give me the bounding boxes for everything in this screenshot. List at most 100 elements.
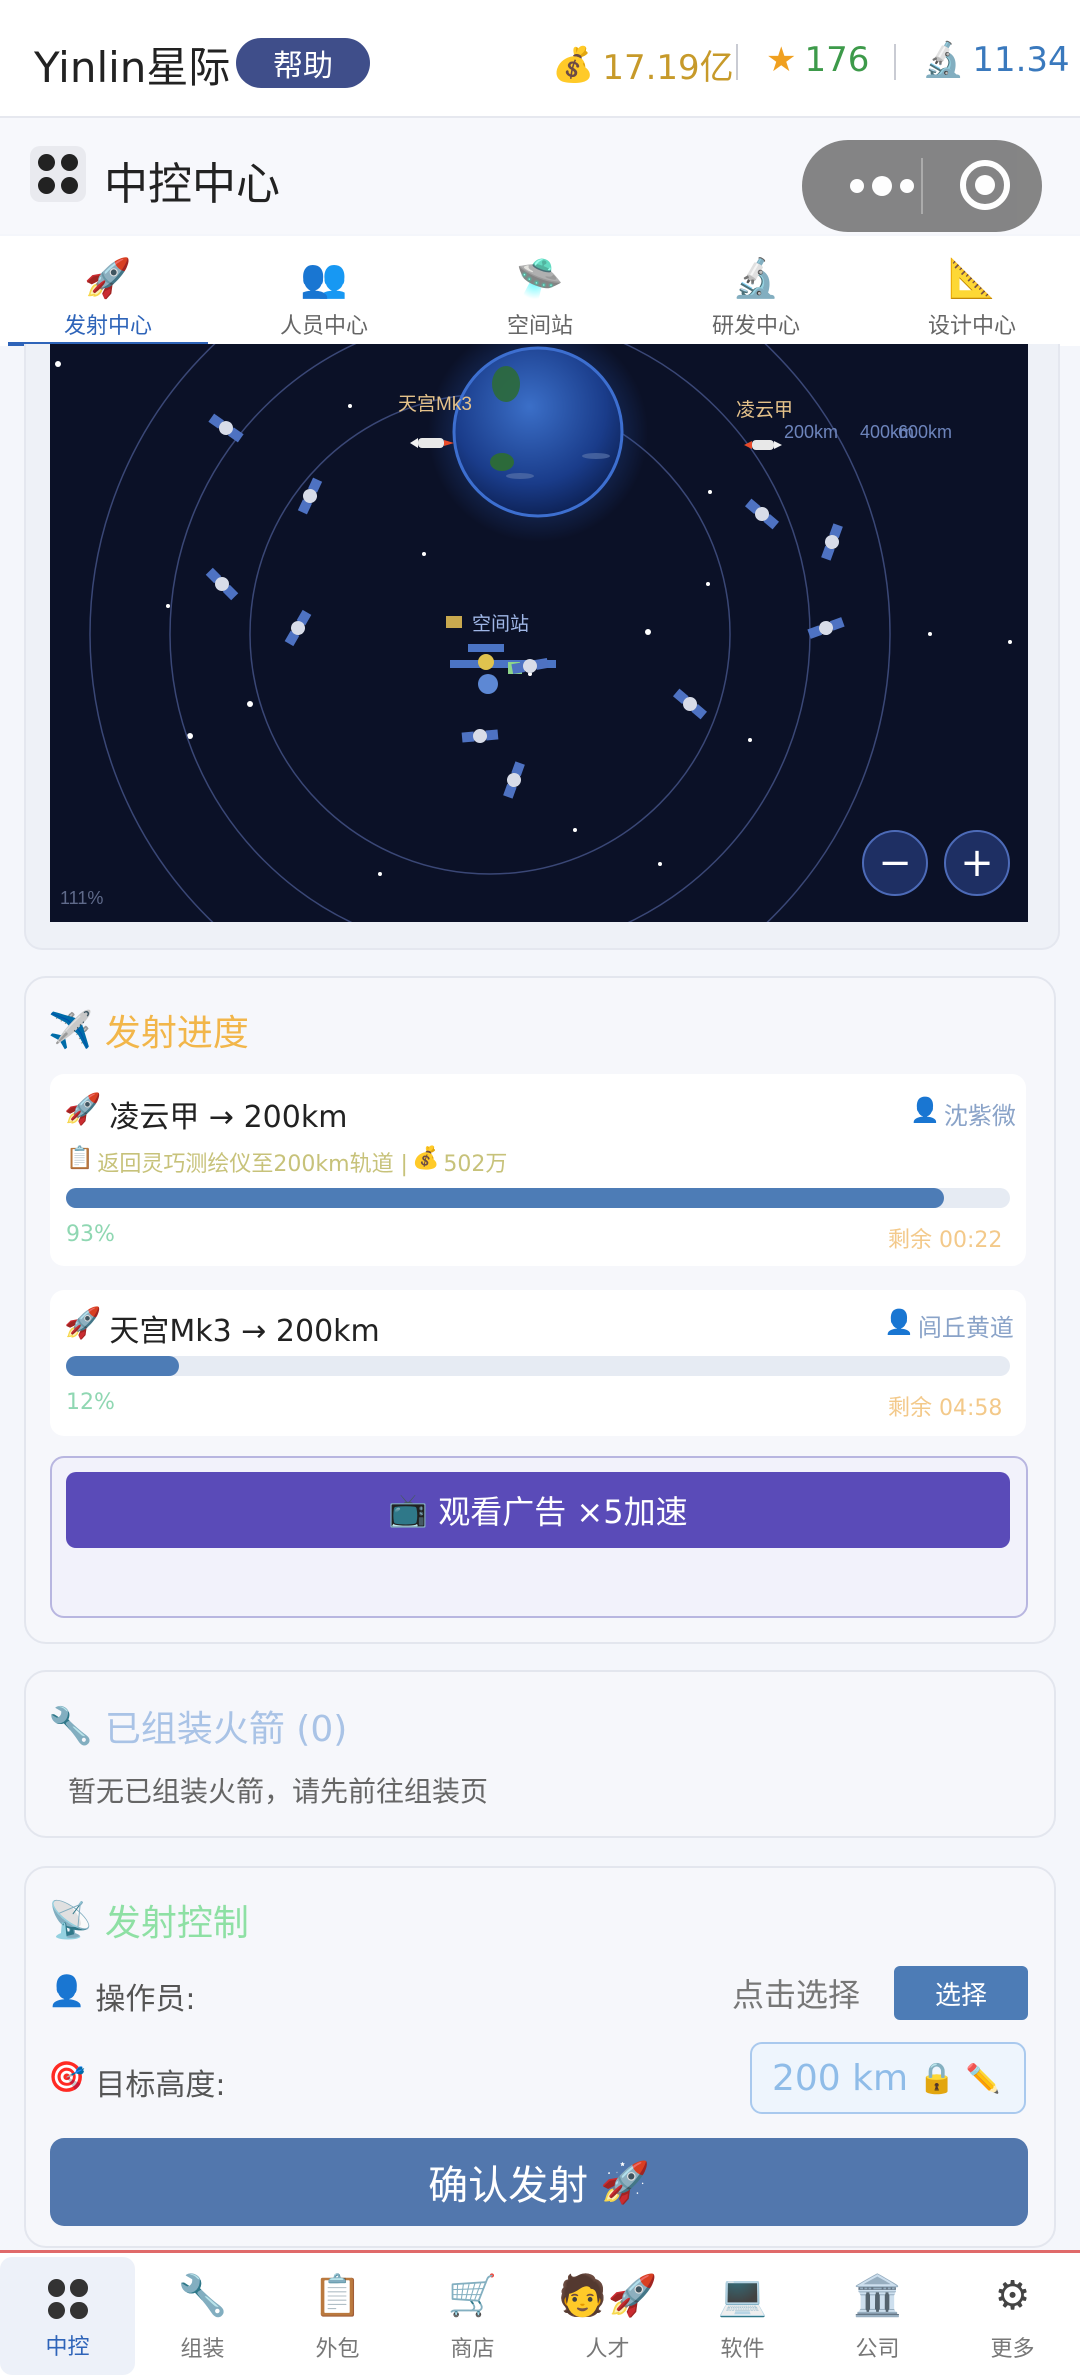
research-value: 11.34 [972, 40, 1070, 80]
nav-item-more[interactable]: ⚙ 更多 [945, 2253, 1080, 2379]
launch-item-operator: 👤 闾丘黄道 [884, 1308, 1014, 1343]
person-icon: 👤 [884, 1308, 914, 1336]
rocket-label-lingyun: 凌云甲 [736, 399, 793, 421]
gear-icon: ⚙ [994, 2273, 1031, 2319]
person-icon: 👤 [910, 1096, 940, 1124]
nav-item-shop[interactable]: 🛒 商店 [405, 2253, 540, 2379]
altitude-value: 200 km [772, 2057, 909, 2099]
money-stat: 💰 17.19亿 [552, 40, 734, 89]
nav-label: 组装 [180, 2337, 225, 2362]
rocket-icon: 🚀 [600, 2159, 650, 2206]
lock-icon[interactable]: 🔒 [918, 2061, 955, 2096]
tab-label: 研发中心 [711, 314, 800, 339]
tab-launch-center[interactable]: 🚀 发射中心 [0, 236, 216, 346]
assembled-rockets-card [24, 1670, 1056, 1838]
capsule-divider [921, 158, 923, 214]
tv-icon: 📺 [388, 1491, 429, 1529]
progress-remaining: 剩余 04:58 [888, 1396, 1003, 1421]
microscope-icon: 🔬 [732, 256, 780, 300]
nav-label: 人才 [585, 2337, 630, 2362]
section-title-text: 发射进度 [104, 1013, 249, 1054]
launch-item-mission: 📋 返回灵巧测绘仪至200km轨道 | 💰 502万 [66, 1146, 507, 1178]
station-label: 空间站 [472, 613, 529, 635]
nav-label: 中控 [45, 2335, 90, 2360]
launch-item-title-text: 凌云甲 → 200km [109, 1100, 348, 1135]
tab-label: 发射中心 [63, 314, 152, 339]
nav-label: 更多 [990, 2337, 1035, 2362]
watch-ad-label: 观看广告 ×5加速 [438, 1493, 688, 1531]
progress-remaining: 剩余 00:22 [888, 1228, 1003, 1253]
progress-bar-fill [66, 1188, 944, 1208]
center-tabs: 🚀 发射中心 👥 人员中心 🛸 空间站 🔬 研发中心 📐 设计中心 [0, 236, 1080, 346]
target-icon: 🎯 [48, 2060, 86, 2095]
operator-placeholder[interactable]: 点击选择 [732, 1970, 860, 2016]
mission-text: 返回灵巧测绘仪至200km轨道 | [97, 1152, 408, 1177]
close-target-icon[interactable] [960, 160, 1010, 210]
zoom-in-button[interactable]: + [944, 830, 1010, 896]
page-title: 中控中心 [104, 159, 280, 210]
nav-item-assemble[interactable]: 🔧 组装 [135, 2253, 270, 2379]
tab-design-center[interactable]: 📐 设计中心 [864, 236, 1080, 346]
nav-label: 商店 [450, 2337, 495, 2362]
rocket-icon: 🚀 [64, 1092, 102, 1127]
launch-item-operator: 👤 沈紫微 [910, 1096, 1016, 1131]
miniprogram-capsule[interactable] [802, 140, 1042, 232]
money-bag-icon: 💰 [411, 1146, 440, 1171]
assembled-empty-text: 暂无已组装火箭，请先前往组装页 [68, 1775, 489, 1808]
nav-label: 外包 [315, 2337, 360, 2362]
nav-item-company[interactable]: 🏛️ 公司 [810, 2253, 945, 2379]
nav-item-outsource[interactable]: 📋 外包 [270, 2253, 405, 2379]
rocket-icon: 🚀 [84, 256, 132, 300]
operator-row-label: 👤 操作员: [48, 1974, 195, 2018]
cart-icon: 🛒 [447, 2273, 498, 2319]
watch-ad-button[interactable]: 📺 观看广告 ×5加速 [66, 1472, 1010, 1548]
nav-item-talent[interactable]: 🧑🚀 人才 [540, 2253, 675, 2379]
progress-percent: 12% [66, 1390, 115, 1415]
stars-stat: ★ 176 [766, 40, 869, 80]
altitude-label-text: 目标高度: [95, 2068, 226, 2103]
bottom-nav: 中控 🔧 组装 📋 外包 🛒 商店 🧑🚀 人才 💻 软件 🏛️ 公司 ⚙ 更多 [0, 2250, 1080, 2379]
section-title-text: 发射控制 [104, 1903, 249, 1944]
tab-research-center[interactable]: 🔬 研发中心 [648, 236, 864, 346]
launch-progress-title: ✈️ 发射进度 [48, 1004, 249, 1056]
select-operator-button[interactable]: 选择 [894, 1966, 1028, 2020]
tab-label: 空间站 [506, 314, 573, 339]
confirm-launch-button[interactable]: 确认发射 🚀 [50, 2138, 1028, 2226]
pencil-icon[interactable]: ✏️ [965, 2062, 1000, 2095]
operator-label-text: 操作员: [95, 1982, 196, 2017]
progress-percent: 93% [66, 1222, 115, 1247]
tab-label: 设计中心 [927, 314, 1016, 339]
launch-control-title: 📡 发射控制 [48, 1894, 249, 1946]
tab-space-station[interactable]: 🛸 空间站 [432, 236, 648, 346]
divider [736, 44, 738, 80]
altitude-input[interactable]: 200 km 🔒 ✏️ [750, 2042, 1026, 2114]
orbit-label-200: 200km [784, 422, 838, 442]
rocket-icon: 🚀 [64, 1306, 102, 1341]
nav-label: 公司 [855, 2337, 900, 2362]
earth [452, 346, 624, 518]
altitude-row-label: 🎯 目标高度: [48, 2060, 225, 2104]
more-dots-icon[interactable] [832, 170, 932, 202]
person-icon: 👤 [48, 1974, 86, 2009]
ufo-icon: 🛸 [516, 256, 564, 300]
clipboard-icon: 📋 [312, 2273, 363, 2319]
help-button[interactable]: 帮助 [236, 38, 370, 88]
stars-value: 176 [804, 40, 870, 80]
launch-item-title: 🚀 凌云甲 → 200km [64, 1092, 347, 1136]
laptop-icon: 💻 [717, 2273, 768, 2319]
zoom-out-button[interactable]: − [862, 830, 928, 896]
building-icon: 🏛️ [852, 2273, 903, 2319]
orbit-map[interactable]: 200km 400km 600km 天宫Mk3 凌云甲 空间站 111% − + [50, 344, 1028, 922]
nav-item-software[interactable]: 💻 软件 [675, 2253, 810, 2379]
ruler-icon: 📐 [948, 256, 996, 300]
progress-track [66, 1356, 1010, 1376]
people-icon: 👥 [300, 256, 348, 300]
nav-item-control[interactable]: 中控 [0, 2257, 135, 2375]
research-stat: 🔬 11.34 [922, 40, 1070, 80]
tab-personnel-center[interactable]: 👥 人员中心 [216, 236, 432, 346]
operator-name: 沈紫微 [943, 1102, 1016, 1130]
zoom-level: 111% [60, 888, 103, 908]
tab-label: 人员中心 [279, 314, 368, 339]
wrench-icon: 🔧 [177, 2273, 228, 2319]
star-icon: ★ [766, 40, 797, 80]
